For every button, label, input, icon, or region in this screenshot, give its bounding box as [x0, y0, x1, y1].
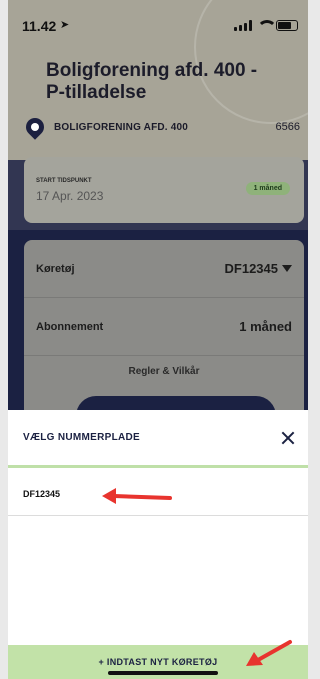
sheet-title: VÆLG NUMMERPLADE [23, 432, 141, 443]
subscription-row[interactable]: Abonnement 1 måned [24, 298, 304, 356]
annotation-arrow-icon [102, 488, 172, 504]
vehicle-row[interactable]: Køretøj DF12345 [24, 240, 304, 298]
status-icons [234, 20, 298, 31]
start-time-card[interactable]: START TIDSPUNKT 17 Apr. 2023 1 måned [24, 157, 304, 223]
subscription-label: Abonnement [36, 320, 104, 333]
association-row: BOLIGFORENING AFD. 400 6566 [22, 114, 300, 140]
annotation-arrow-icon [246, 640, 292, 666]
vehicle-selector[interactable]: DF12345 [225, 261, 292, 276]
association-name: BOLIGFORENING AFD. 400 [54, 121, 189, 133]
vehicle-label: Køretøj [36, 262, 75, 275]
close-icon[interactable] [278, 428, 298, 448]
duration-badge: 1 måned [245, 182, 290, 195]
status-bar: 11.42 ➤ [8, 0, 308, 44]
status-time: 11.42 [22, 18, 57, 34]
location-arrow-icon: ➤ [60, 19, 70, 31]
start-time-label: START TIDSPUNKT [36, 178, 92, 184]
battery-icon [276, 20, 298, 31]
association-number: 6566 [275, 121, 300, 133]
start-date: 17 Apr. 2023 [36, 189, 104, 203]
subscription-value: 1 måned [239, 319, 292, 334]
phone-screen: 11.42 ➤ Boligforening afd. 400 - P-tilla… [8, 0, 308, 679]
wifi-icon [257, 20, 277, 31]
sheet-header: VÆLG NUMMERPLADE [8, 410, 308, 468]
signal-icon [234, 20, 252, 31]
vehicle-value: DF12345 [224, 261, 278, 276]
location-pin-icon [22, 114, 48, 140]
plate-number: DF12345 [23, 489, 61, 499]
triangle-down-icon [282, 265, 292, 272]
home-indicator [108, 671, 218, 675]
terms-link[interactable]: Regler & Vilkår [24, 366, 304, 377]
page-title: Boligforening afd. 400 - P-tilladelse [46, 60, 258, 103]
